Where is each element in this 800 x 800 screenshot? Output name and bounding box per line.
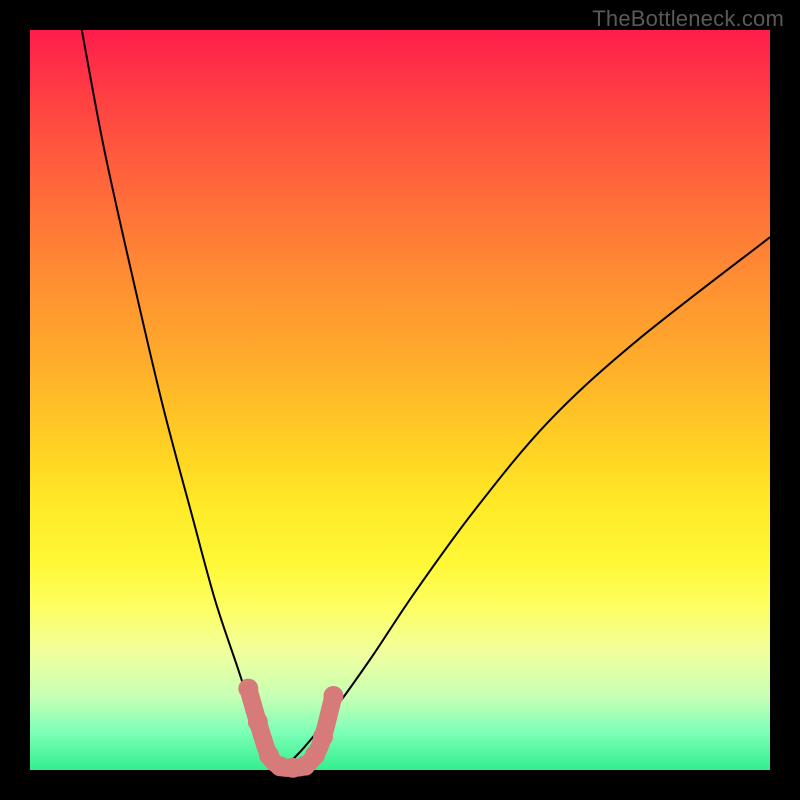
marker-dot bbox=[323, 686, 343, 706]
curve-right-branch bbox=[282, 237, 770, 770]
marker-dot bbox=[238, 679, 258, 699]
marker-dot bbox=[305, 745, 325, 765]
marker-dot bbox=[313, 727, 333, 747]
chart-markers bbox=[238, 679, 343, 778]
marker-dot bbox=[248, 712, 268, 732]
watermark-text: TheBottleneck.com bbox=[592, 6, 784, 32]
chart-svg bbox=[30, 30, 770, 770]
chart-plot-area bbox=[30, 30, 770, 770]
curve-left-branch bbox=[82, 30, 282, 770]
chart-curves bbox=[82, 30, 770, 770]
